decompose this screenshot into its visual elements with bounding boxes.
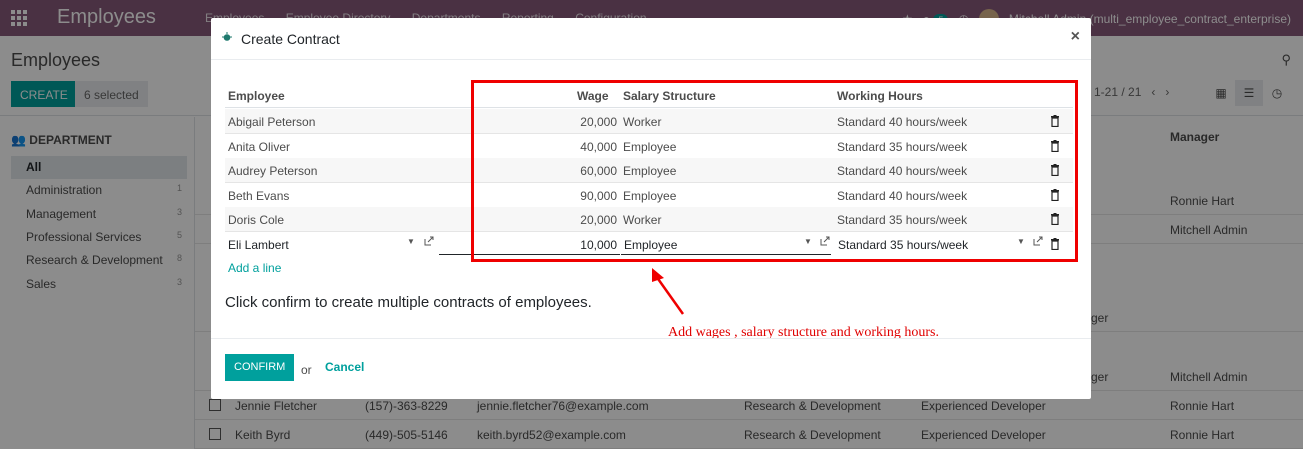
or-label: or — [301, 363, 312, 377]
employee-field[interactable]: Eli Lambert — [225, 235, 421, 255]
employee-dropdown-icon[interactable]: ▼ — [407, 237, 415, 246]
create-contract-dialog: Create Contract × Employee Wage Salary S… — [211, 18, 1091, 399]
dialog-title: Create Contract — [241, 31, 340, 47]
confirm-button[interactable]: CONFIRM — [225, 354, 295, 381]
column-header-employee[interactable]: Employee — [228, 89, 285, 103]
employee-cell: Anita Oliver — [228, 140, 291, 154]
add-line-link[interactable]: Add a line — [228, 261, 281, 275]
employee-cell: Beth Evans — [228, 189, 290, 203]
employee-cell: Audrey Peterson — [228, 164, 318, 178]
dialog-header: Create Contract × — [211, 18, 1091, 60]
annotation-arrow-icon — [652, 268, 685, 315]
instruction-text: Click confirm to create multiple contrac… — [225, 294, 592, 311]
highlight-box — [471, 80, 1078, 262]
cancel-button[interactable]: Cancel — [325, 360, 364, 374]
bug-icon — [222, 32, 232, 41]
close-icon[interactable]: × — [1071, 28, 1080, 46]
employee-cell: Doris Cole — [228, 213, 285, 227]
employee-field-value[interactable]: Eli Lambert — [228, 238, 289, 252]
external-link-icon[interactable] — [424, 236, 434, 246]
dialog-footer: CONFIRM or Cancel — [211, 338, 1091, 399]
employee-cell: Abigail Peterson — [228, 115, 316, 129]
